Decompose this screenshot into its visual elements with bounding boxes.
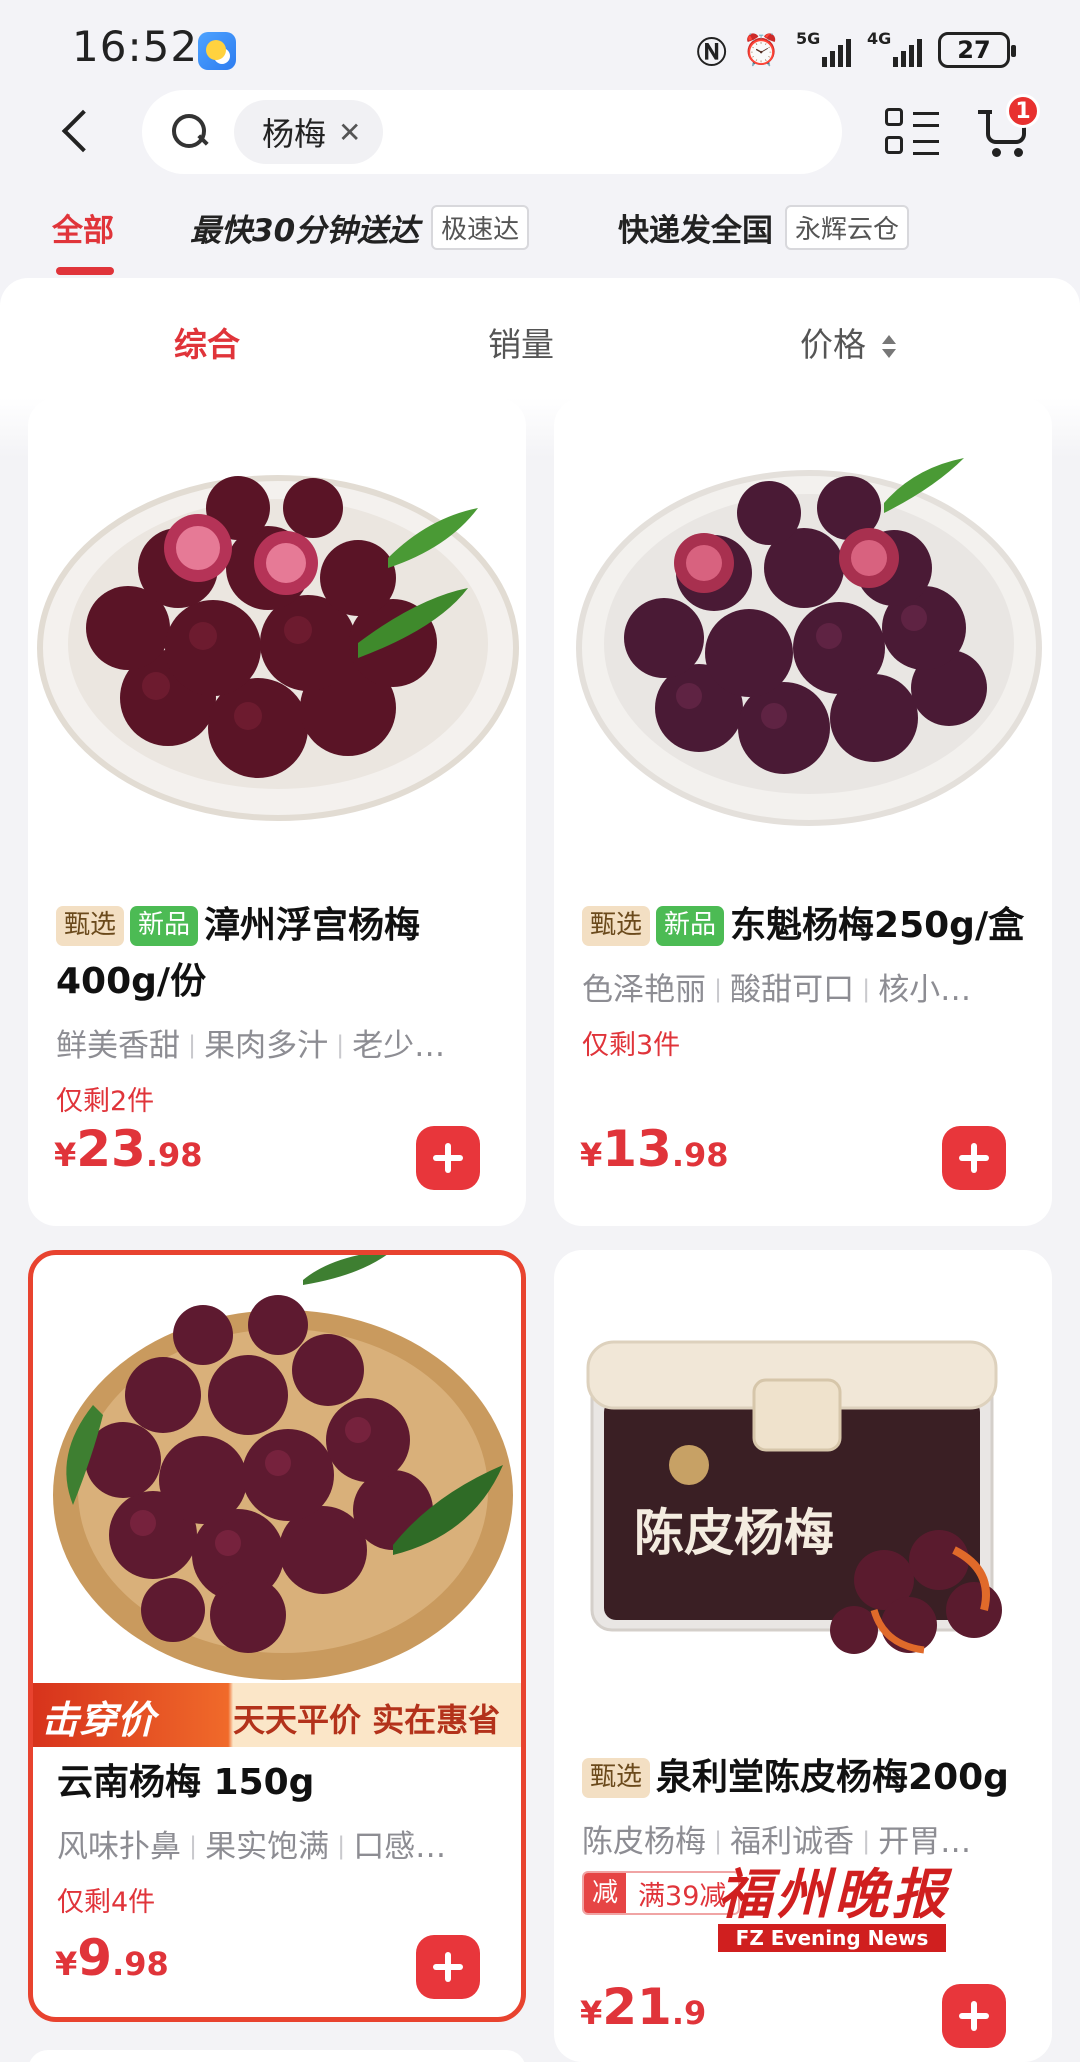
- list-layout-icon[interactable]: [885, 108, 939, 158]
- search-query-text: 杨梅: [262, 115, 327, 153]
- product-card-partial[interactable]: [28, 2050, 526, 2062]
- search-icon: [170, 112, 208, 150]
- sort-arrows-icon: [880, 333, 898, 361]
- product-image: 陈皮杨梅: [554, 1250, 1052, 1720]
- add-to-cart-button[interactable]: [416, 1126, 480, 1190]
- badge-select: 甄选: [56, 906, 125, 946]
- tab-express[interactable]: 快递发全国 永辉云仓: [618, 205, 910, 250]
- badge-new: 新品: [656, 906, 725, 946]
- add-to-cart-button[interactable]: [416, 1935, 480, 1999]
- close-icon[interactable]: ✕: [338, 116, 361, 149]
- tab-tag: 极速达: [431, 205, 530, 250]
- sort-comprehensive[interactable]: 综合: [174, 318, 240, 366]
- product-title: 甄选 新品 东魁杨梅250g/盒: [582, 898, 1030, 954]
- sort-price[interactable]: 价格: [800, 318, 898, 366]
- badge-new: 新品: [130, 906, 199, 946]
- product-title: 甄选 新品 漳州浮宫杨梅400g/份: [56, 905, 421, 1002]
- battery-icon: 27: [938, 32, 1016, 68]
- promo-banner: 击穿价 天天平价 实在惠省: [33, 1683, 521, 1747]
- product-title: 云南杨梅 150g: [57, 1762, 315, 1803]
- status-time: 16:52: [72, 22, 199, 71]
- back-icon[interactable]: [56, 108, 96, 158]
- sort-sales[interactable]: 销量: [488, 318, 554, 366]
- stock-remaining: 仅剩2件: [56, 1086, 155, 1117]
- product-info: 甄选 新品 漳州浮宫杨梅400g/份 鲜美香甜 | 果肉多汁 | 老少… 仅剩2件: [56, 898, 504, 1118]
- stock-remaining: 仅剩3件: [582, 1030, 681, 1061]
- tab-tag: 永辉云仓: [785, 205, 910, 250]
- alarm-icon: ⏰: [742, 32, 780, 68]
- product-features: 风味扑鼻 | 果实饱满 | 口感…: [57, 1829, 447, 1865]
- badge-select: 甄选: [582, 1758, 651, 1798]
- weather-icon: [198, 32, 236, 70]
- signal-4g-icon: 4G: [867, 29, 922, 67]
- product-price: ¥9.98: [55, 1929, 169, 1987]
- product-price: ¥23.98: [54, 1120, 203, 1178]
- sort-bar: 综合 销量 价格: [0, 308, 1080, 378]
- nfc-icon: Ⓝ: [696, 36, 727, 71]
- product-image: [28, 398, 526, 868]
- product-card[interactable]: 击穿价 天天平价 实在惠省 云南杨梅 150g 风味扑鼻 | 果实饱满 | 口感… 仅剩…: [28, 1250, 526, 2022]
- stock-remaining: 仅剩4件: [57, 1887, 156, 1918]
- promo-slogan: 天天平价 实在惠省: [233, 1701, 501, 1739]
- newspaper-watermark: 福州晚报 FZ Evening News: [718, 1864, 958, 1952]
- add-to-cart-button[interactable]: [942, 1126, 1006, 1190]
- product-features: 陈皮杨梅 | 福利诚香 | 开胃…: [582, 1824, 972, 1860]
- tab-all[interactable]: 全部: [52, 205, 114, 275]
- tab-fast-delivery[interactable]: 最快30分钟送达 极速达: [190, 205, 530, 250]
- product-card[interactable]: 甄选 新品 漳州浮宫杨梅400g/份 鲜美香甜 | 果肉多汁 | 老少… 仅剩2件 ¥23.…: [28, 398, 526, 1226]
- product-features: 鲜美香甜 | 果肉多汁 | 老少…: [56, 1028, 446, 1064]
- package-label: 陈皮杨梅: [634, 1504, 834, 1562]
- watermark-en: FZ Evening News: [718, 1924, 946, 1952]
- product-price: ¥13.98: [580, 1120, 729, 1178]
- product-price: ¥21.9: [580, 1978, 707, 2036]
- product-image: [33, 1255, 521, 1725]
- promo-label: 击穿价: [41, 1698, 156, 1742]
- filter-tabs: 全部 最快30分钟送达 极速达 快递发全国 永辉云仓: [0, 195, 1080, 285]
- badge-select: 甄选: [582, 906, 651, 946]
- add-to-cart-button[interactable]: [942, 1984, 1006, 2048]
- cart-count-badge: 1: [1006, 94, 1040, 128]
- status-icons: Ⓝ ⏰ 5G 4G 27: [696, 28, 1016, 72]
- product-info: 云南杨梅 150g 风味扑鼻 | 果实饱满 | 口感… 仅剩4件: [57, 1755, 499, 1919]
- search-query-chip[interactable]: 杨梅 ✕: [234, 100, 384, 164]
- product-info: 甄选 新品 东魁杨梅250g/盒 色泽艳丽 | 酸甜可口 | 核小… 仅剩3件: [582, 898, 1030, 1062]
- search-input[interactable]: 杨梅 ✕: [142, 90, 842, 174]
- product-card[interactable]: 甄选 新品 东魁杨梅250g/盒 色泽艳丽 | 酸甜可口 | 核小… 仅剩3件 ¥13.98: [554, 398, 1052, 1226]
- status-bar: 16:52 Ⓝ ⏰ 5G 4G 27: [0, 0, 1080, 100]
- watermark-cn: 福州晚报: [718, 1862, 950, 1926]
- product-image: [554, 398, 1052, 868]
- product-features: 色泽艳丽 | 酸甜可口 | 核小…: [582, 972, 972, 1008]
- signal-5g-icon: 5G: [796, 29, 851, 67]
- product-title: 甄选 泉利堂陈皮杨梅200g: [582, 1750, 1030, 1806]
- coupon-tag: 减满39减: [582, 1871, 741, 1915]
